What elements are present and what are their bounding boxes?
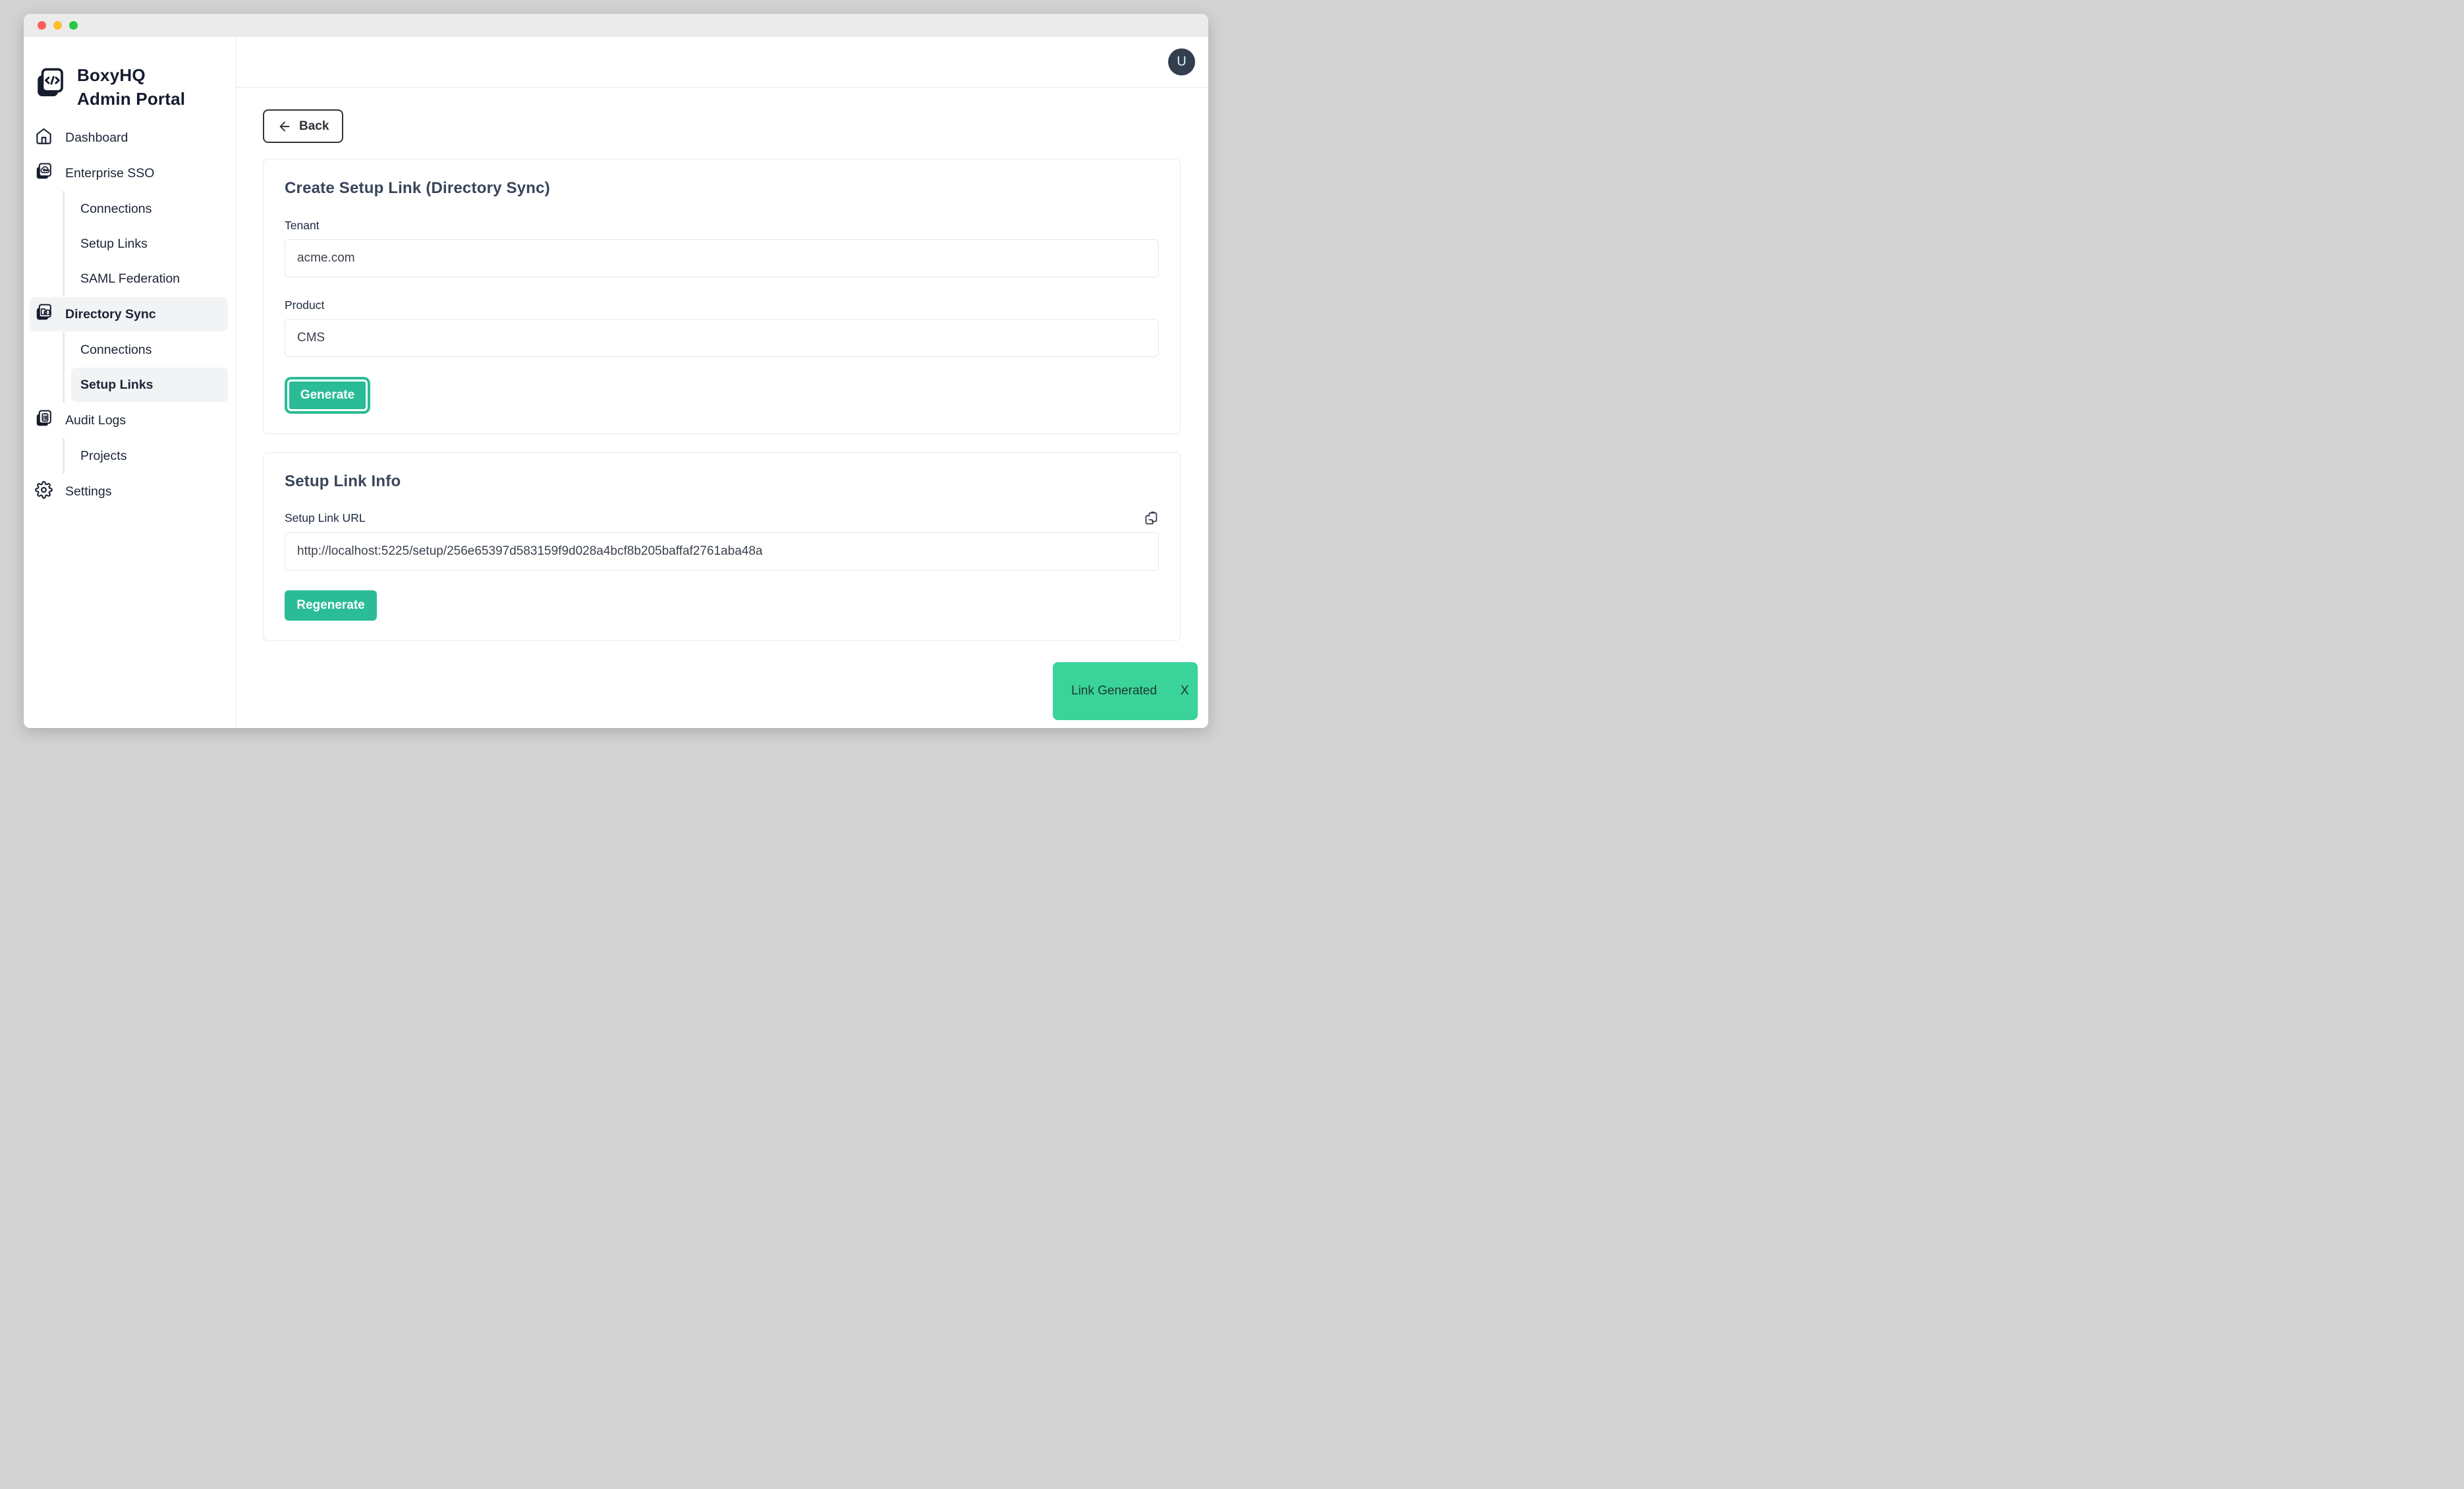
sidebar-subitem-dsync-connections[interactable]: Connections bbox=[71, 333, 228, 367]
sidebar: BoxyHQ Admin Portal Dashboard bbox=[24, 37, 237, 728]
main-area: U Back Create Setup Link (Directory Sync… bbox=[237, 37, 1208, 728]
enterprise-sso-subnav: Connections Setup Links SAML Federation bbox=[63, 191, 228, 296]
tenant-input[interactable] bbox=[285, 239, 1159, 277]
back-button-label: Back bbox=[299, 119, 329, 134]
setup-link-url-input[interactable] bbox=[285, 532, 1159, 571]
avatar-initial: U bbox=[1177, 55, 1186, 70]
tenant-label: Tenant bbox=[285, 219, 1159, 233]
audit-logs-subnav: Projects bbox=[63, 438, 228, 474]
setup-link-info-card: Setup Link Info Setup Link URL bbox=[263, 452, 1181, 641]
sidebar-item-dashboard[interactable]: Dashboard bbox=[30, 121, 228, 155]
toast-close-button[interactable]: X bbox=[1181, 684, 1189, 698]
zoom-window-button[interactable] bbox=[69, 21, 78, 30]
product-label: Product bbox=[285, 298, 1159, 312]
sidebar-item-label: Directory Sync bbox=[65, 307, 156, 322]
regenerate-button[interactable]: Regenerate bbox=[285, 590, 377, 621]
top-header: U bbox=[237, 37, 1208, 88]
sidebar-nav: Dashboard Enterprise SSO bbox=[30, 120, 228, 509]
sidebar-item-label: Audit Logs bbox=[65, 413, 126, 428]
home-icon bbox=[35, 127, 53, 149]
window-titlebar bbox=[24, 14, 1208, 37]
create-setup-link-card: Create Setup Link (Directory Sync) Tenan… bbox=[263, 159, 1181, 434]
toast-message: Link Generated bbox=[1071, 684, 1157, 698]
generate-button[interactable]: Generate bbox=[285, 377, 370, 414]
audit-clipboard-icon bbox=[35, 409, 53, 432]
arrow-left-icon bbox=[277, 119, 292, 134]
sidebar-item-label: Enterprise SSO bbox=[65, 166, 154, 181]
gear-icon bbox=[35, 481, 53, 503]
sidebar-subitem-sso-connections[interactable]: Connections bbox=[71, 192, 228, 226]
card-title: Create Setup Link (Directory Sync) bbox=[285, 179, 1159, 198]
brand-name: BoxyHQ Admin Portal bbox=[77, 63, 188, 111]
sidebar-item-label: Settings bbox=[65, 484, 111, 499]
sidebar-item-directory-sync[interactable]: Directory Sync bbox=[30, 297, 228, 331]
setup-link-url-label: Setup Link URL bbox=[285, 511, 366, 525]
sidebar-subitem-dsync-setup-links[interactable]: Setup Links bbox=[71, 368, 228, 402]
close-window-button[interactable] bbox=[38, 21, 46, 30]
sidebar-item-enterprise-sso[interactable]: Enterprise SSO bbox=[30, 156, 228, 190]
window-body: BoxyHQ Admin Portal Dashboard bbox=[24, 37, 1208, 728]
setup-link-url-row: Setup Link URL bbox=[285, 511, 1159, 526]
minimize-window-button[interactable] bbox=[53, 21, 62, 30]
sidebar-subitem-projects[interactable]: Projects bbox=[71, 439, 228, 473]
app-window: BoxyHQ Admin Portal Dashboard bbox=[24, 14, 1208, 728]
sidebar-item-label: Dashboard bbox=[65, 130, 128, 146]
boxyhq-logo-icon bbox=[35, 63, 65, 111]
clipboard-copy-icon bbox=[1144, 518, 1159, 528]
sidebar-subitem-sso-setup-links[interactable]: Setup Links bbox=[71, 227, 228, 261]
toast-link-generated: Link Generated X bbox=[1053, 662, 1198, 720]
sidebar-item-settings[interactable]: Settings bbox=[30, 474, 228, 509]
back-button[interactable]: Back bbox=[263, 109, 343, 143]
sso-cloud-key-icon bbox=[35, 162, 53, 184]
sidebar-item-audit-logs[interactable]: Audit Logs bbox=[30, 403, 228, 437]
card-title: Setup Link Info bbox=[285, 472, 1159, 491]
directory-sync-subnav: Connections Setup Links bbox=[63, 332, 228, 403]
user-avatar[interactable]: U bbox=[1168, 49, 1195, 76]
brand: BoxyHQ Admin Portal bbox=[30, 63, 228, 111]
copy-to-clipboard-button[interactable] bbox=[1144, 511, 1159, 526]
page-content: Back Create Setup Link (Directory Sync) … bbox=[237, 88, 1208, 641]
product-input[interactable] bbox=[285, 319, 1159, 357]
directory-folder-sync-icon bbox=[35, 303, 53, 325]
sidebar-subitem-saml-federation[interactable]: SAML Federation bbox=[71, 262, 228, 296]
